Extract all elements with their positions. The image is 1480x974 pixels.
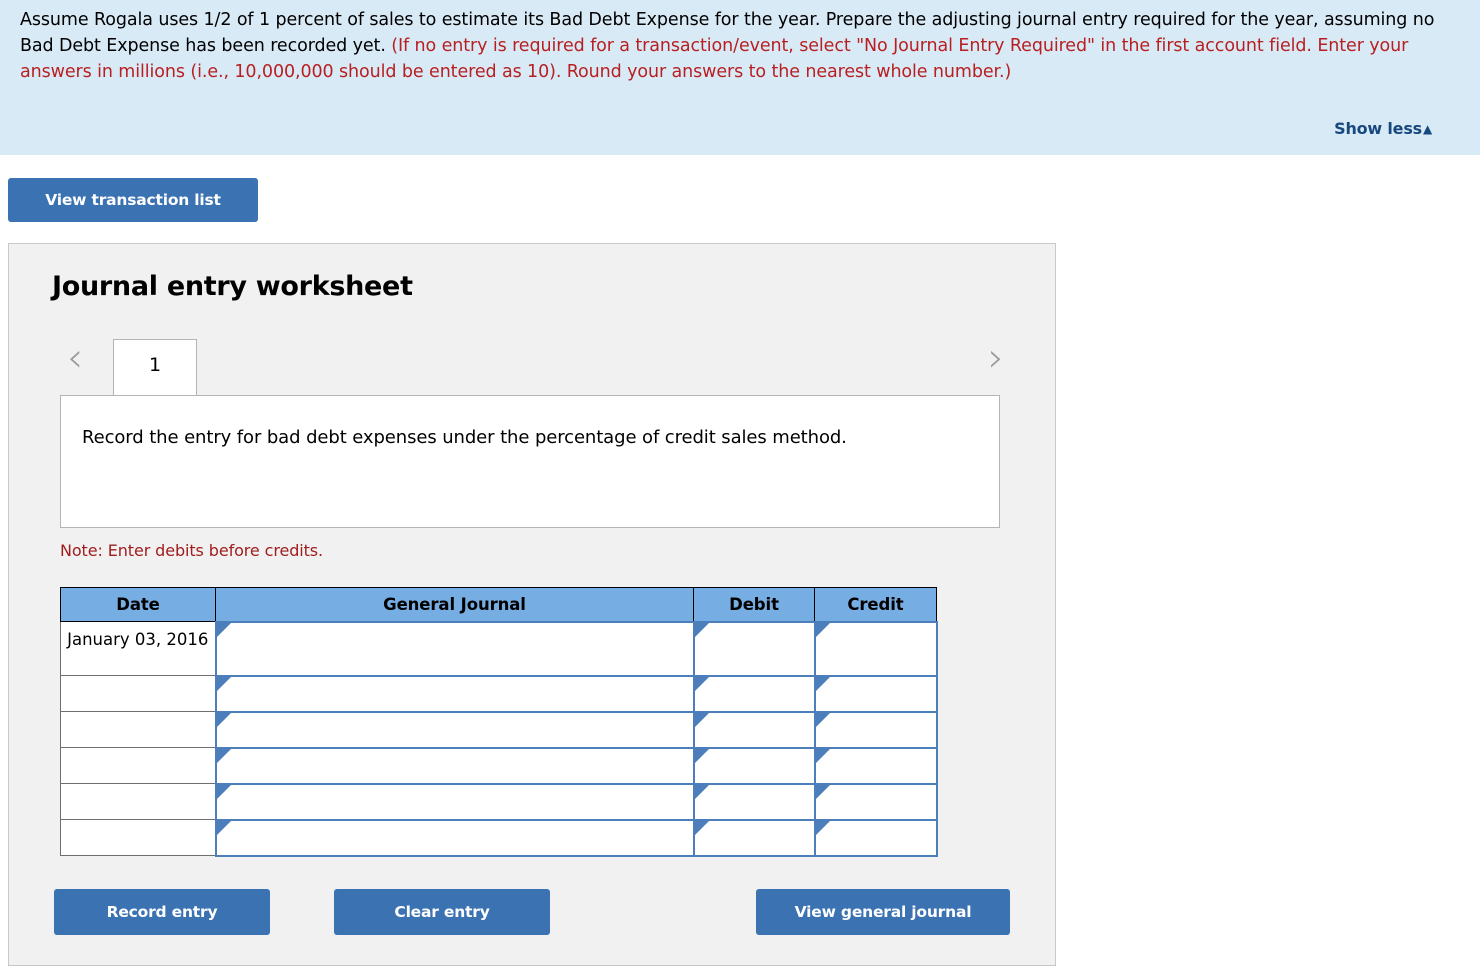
question-text: Assume Rogala uses 1/2 of 1 percent of s…	[20, 7, 1444, 85]
show-less-label: Show less	[1334, 119, 1422, 138]
dropdown-marker-icon	[694, 622, 709, 637]
journal-entry-worksheet-panel: Journal entry worksheet ‹ 1 › Record the…	[8, 243, 1056, 966]
dropdown-marker-icon	[694, 748, 709, 763]
debit-input-cell[interactable]	[692, 746, 816, 785]
dropdown-marker-icon	[694, 712, 709, 727]
dropdown-marker-icon	[815, 712, 830, 727]
general-journal-input-cell[interactable]	[214, 746, 695, 785]
general-journal-input-cell[interactable]	[214, 620, 695, 677]
debit-input-cell[interactable]	[692, 710, 816, 749]
note-debits-before-credits: Note: Enter debits before credits.	[60, 541, 324, 560]
worksheet-tab-strip: ‹ 1 ›	[52, 332, 1014, 399]
chevron-left-icon[interactable]: ‹	[57, 332, 93, 388]
dropdown-marker-icon	[216, 676, 231, 691]
view-transaction-list-button[interactable]: View transaction list	[8, 178, 258, 222]
table-row	[60, 674, 938, 713]
debit-input-cell[interactable]	[692, 818, 816, 857]
general-journal-input-cell[interactable]	[214, 782, 695, 821]
dropdown-marker-icon	[694, 676, 709, 691]
worksheet-title: Journal entry worksheet	[52, 271, 413, 302]
chevron-right-icon[interactable]: ›	[978, 332, 1014, 388]
show-less-row: Show less▲	[1334, 119, 1432, 138]
date-cell	[60, 747, 216, 784]
date-cell	[60, 675, 216, 712]
dropdown-marker-icon	[815, 784, 830, 799]
general-journal-input-cell[interactable]	[214, 710, 695, 749]
column-header-general-journal: General Journal	[215, 587, 694, 622]
table-row	[60, 746, 938, 785]
column-header-date: Date	[60, 587, 216, 622]
table-row	[60, 710, 938, 749]
worksheet-tab-1[interactable]: 1	[113, 339, 197, 399]
general-journal-table: Date General Journal Debit Credit Januar…	[60, 587, 938, 857]
credit-input-cell[interactable]	[813, 746, 938, 785]
general-journal-input-cell[interactable]	[214, 818, 695, 857]
date-cell	[60, 711, 216, 748]
caret-up-icon: ▲	[1422, 122, 1432, 136]
dropdown-marker-icon	[815, 748, 830, 763]
table-header-row: Date General Journal Debit Credit	[60, 587, 937, 622]
clear-entry-button[interactable]: Clear entry	[334, 889, 550, 935]
dropdown-marker-icon	[216, 784, 231, 799]
credit-input-cell[interactable]	[813, 710, 938, 749]
dropdown-marker-icon	[216, 748, 231, 763]
debit-input-cell[interactable]	[692, 782, 816, 821]
general-journal-input-cell[interactable]	[214, 674, 695, 713]
dropdown-marker-icon	[815, 820, 830, 835]
column-header-debit: Debit	[693, 587, 815, 622]
dropdown-marker-icon	[694, 784, 709, 799]
date-cell	[60, 783, 216, 820]
dropdown-marker-icon	[216, 712, 231, 727]
view-general-journal-button[interactable]: View general journal	[756, 889, 1010, 935]
record-entry-button[interactable]: Record entry	[54, 889, 270, 935]
show-less-link[interactable]: Show less▲	[1334, 119, 1432, 138]
debit-input-cell[interactable]	[692, 620, 816, 677]
column-header-credit: Credit	[814, 587, 937, 622]
credit-input-cell[interactable]	[813, 620, 938, 677]
date-cell: January 03, 2016	[60, 621, 216, 676]
date-cell	[60, 819, 216, 856]
dropdown-marker-icon	[815, 676, 830, 691]
dropdown-marker-icon	[216, 820, 231, 835]
dropdown-marker-icon	[216, 622, 231, 637]
dropdown-marker-icon	[694, 820, 709, 835]
dropdown-marker-icon	[815, 622, 830, 637]
table-row	[60, 782, 938, 821]
question-banner: Assume Rogala uses 1/2 of 1 percent of s…	[0, 0, 1480, 155]
entry-description-box: Record the entry for bad debt expenses u…	[60, 395, 1000, 528]
credit-input-cell[interactable]	[813, 674, 938, 713]
credit-input-cell[interactable]	[813, 782, 938, 821]
table-row: January 03, 2016	[60, 620, 938, 677]
credit-input-cell[interactable]	[813, 818, 938, 857]
debit-input-cell[interactable]	[692, 674, 816, 713]
table-row	[60, 818, 938, 857]
